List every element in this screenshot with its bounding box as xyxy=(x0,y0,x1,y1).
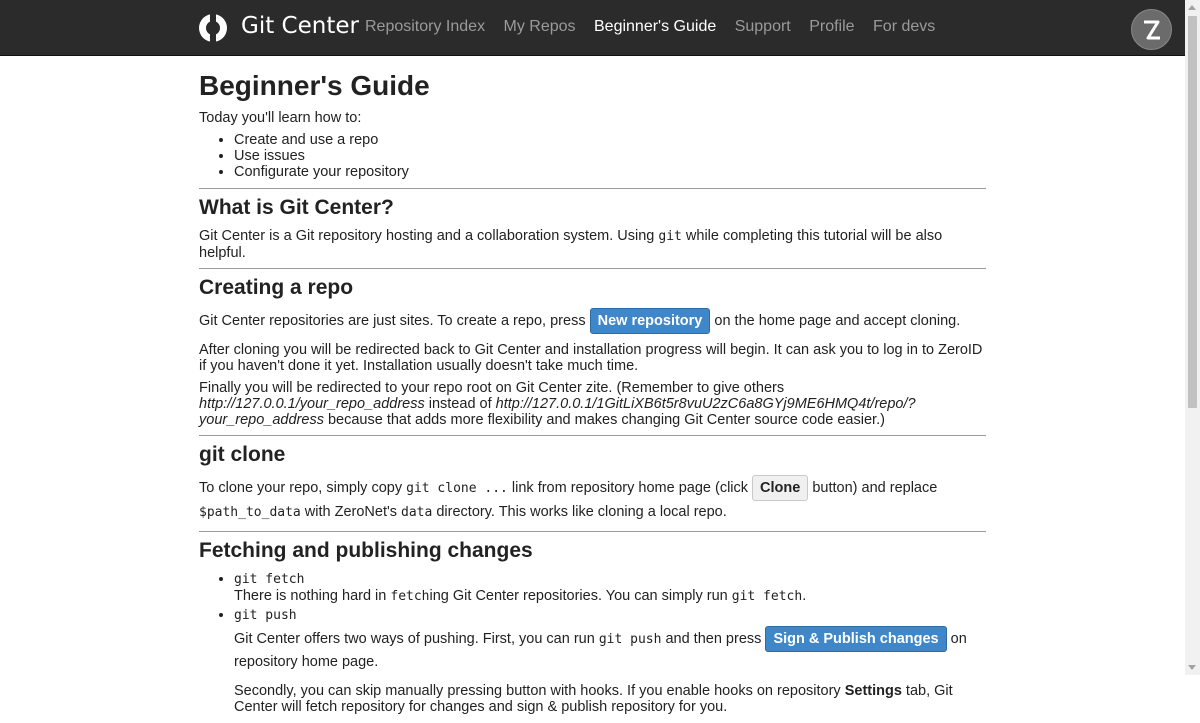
brand-title[interactable]: Git Center xyxy=(241,13,359,39)
creating-paragraph-2: After cloning you will be redirected bac… xyxy=(199,342,986,374)
local-url: http://127.0.0.1/your_repo_address xyxy=(199,396,425,412)
new-repository-button[interactable]: New repository xyxy=(590,308,711,334)
nav-support[interactable]: Support xyxy=(735,18,791,36)
git-center-logo-icon[interactable] xyxy=(199,14,227,42)
scroll-down-arrow-icon[interactable] xyxy=(1188,665,1196,670)
divider xyxy=(199,188,986,189)
user-avatar[interactable] xyxy=(1131,9,1172,50)
intro-text: Today you'll learn how to: xyxy=(199,110,986,126)
scroll-up-arrow-icon[interactable] xyxy=(1188,5,1196,10)
creating-paragraph-3: Finally you will be redirected to your r… xyxy=(199,380,986,428)
top-navbar: Git Center Repository Index My Repos Beg… xyxy=(0,0,1200,56)
list-item: Use issues xyxy=(234,148,986,164)
goals-list: Create and use a repo Use issues Configu… xyxy=(199,132,986,180)
push-item-title: git push xyxy=(234,605,986,626)
zeronet-icon xyxy=(1142,19,1162,41)
vertical-scrollbar[interactable] xyxy=(1185,0,1200,675)
fetching-list: git fetch There is nothing hard in fetch… xyxy=(199,571,986,715)
page-title: Beginner's Guide xyxy=(199,70,986,102)
nav-my-repos[interactable]: My Repos xyxy=(504,18,576,36)
list-item: Create and use a repo xyxy=(234,132,986,148)
list-item: Configurate your repository xyxy=(234,164,986,180)
fetch-item-title: git fetch xyxy=(234,572,986,588)
section-clone-title: git clone xyxy=(199,443,986,467)
nav-beginners-guide[interactable]: Beginner's Guide xyxy=(594,18,716,36)
section-what-title: What is Git Center? xyxy=(199,196,986,220)
clone-button[interactable]: Clone xyxy=(752,475,808,501)
nav-profile[interactable]: Profile xyxy=(809,18,854,36)
section-what-text: Git Center is a Git repository hosting a… xyxy=(199,228,986,261)
guide-content: Beginner's Guide Today you'll learn how … xyxy=(199,70,986,723)
creating-paragraph-1: Git Center repositories are just sites. … xyxy=(199,308,986,334)
section-creating-title: Creating a repo xyxy=(199,276,986,300)
scrollbar-thumb[interactable] xyxy=(1188,16,1197,408)
divider xyxy=(199,435,986,436)
section-fetching-title: Fetching and publishing changes xyxy=(199,539,986,563)
list-item: git push Git Center offers two ways of p… xyxy=(234,605,986,715)
settings-tab-label: Settings xyxy=(845,683,902,699)
main-nav: Repository Index My Repos Beginner's Gui… xyxy=(365,18,949,36)
hooks-paragraph: Secondly, you can skip manually pressing… xyxy=(234,683,986,715)
nav-for-devs[interactable]: For devs xyxy=(873,18,935,36)
divider xyxy=(199,531,986,532)
nav-repository-index[interactable]: Repository Index xyxy=(365,18,485,36)
list-item: git fetch There is nothing hard in fetch… xyxy=(234,571,986,605)
clone-paragraph: To clone your repo, simply copy git clon… xyxy=(199,475,986,524)
sign-publish-button[interactable]: Sign & Publish changes xyxy=(765,626,946,652)
divider xyxy=(199,268,986,269)
